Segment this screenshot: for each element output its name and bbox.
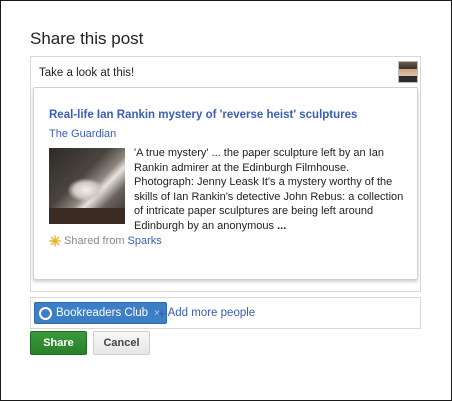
- share-dialog: Share this post Take a look at this! Rea…: [0, 0, 452, 401]
- add-more-people-link[interactable]: + Add more people: [158, 305, 256, 321]
- dialog-title: Share this post: [30, 29, 144, 48]
- circle-chip-label: Bookreaders Club: [56, 307, 149, 319]
- plus-icon: +: [158, 305, 166, 321]
- share-post-box: Take a look at this! Real-life Ian Ranki…: [30, 56, 421, 292]
- sparks-icon: [49, 235, 61, 247]
- audience-field[interactable]: Bookreaders Club × + Add more people: [30, 297, 421, 329]
- circle-chip-bookreaders-club[interactable]: Bookreaders Club ×: [34, 302, 167, 324]
- comment-text[interactable]: Take a look at this!: [39, 67, 134, 79]
- article-title-link[interactable]: Real-life Ian Rankin mystery of 'reverse…: [49, 109, 357, 121]
- cancel-button[interactable]: Cancel: [93, 331, 150, 355]
- article-description: 'A true mystery' ... the paper sculpture…: [134, 146, 409, 234]
- add-more-people-label: Add more people: [167, 307, 256, 319]
- sparks-link[interactable]: Sparks: [128, 235, 162, 247]
- shared-from-label: Shared from: [64, 235, 125, 247]
- avatar: [398, 61, 418, 83]
- article-source-link[interactable]: The Guardian: [49, 128, 116, 140]
- article-description-text: 'A true mystery' ... the paper sculpture…: [134, 147, 404, 232]
- circle-icon: [39, 306, 52, 320]
- article-more: ...: [277, 219, 287, 232]
- article-thumbnail: [49, 148, 125, 224]
- share-button[interactable]: Share: [30, 331, 87, 355]
- shared-from: Shared from Sparks: [49, 235, 162, 247]
- link-preview-card: Real-life Ian Rankin mystery of 'reverse…: [33, 87, 418, 280]
